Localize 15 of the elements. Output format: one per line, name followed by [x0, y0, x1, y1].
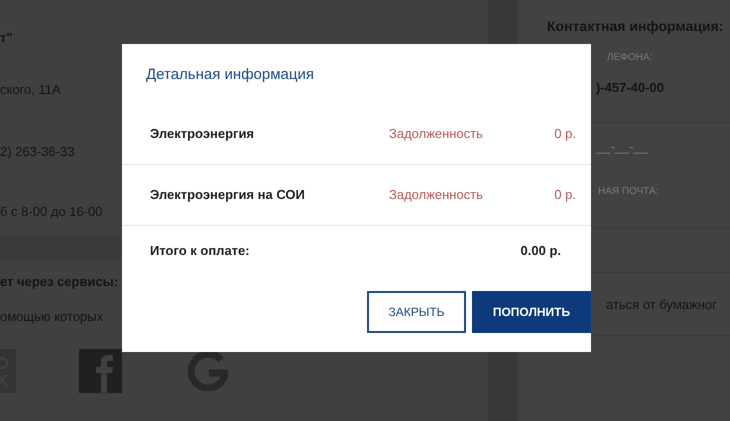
facebook-icon[interactable] — [79, 349, 122, 393]
service-name: Электроэнергия — [150, 125, 256, 144]
total-amount: 0.00 р. — [520, 242, 561, 260]
amount-text: 0 р. — [553, 125, 577, 144]
service-name: Электроэнергия на СОИ — [150, 186, 306, 204]
google-icon[interactable] — [188, 351, 228, 391]
debt-status: Задолженность — [389, 125, 484, 144]
debt-status: Задолженность — [389, 186, 484, 204]
phone-label: ЛЕФОНА: — [607, 52, 652, 63]
modal-title: Детальная информация — [146, 66, 314, 83]
close-button[interactable]: ЗАКРЫТЬ — [367, 291, 466, 333]
top-up-button[interactable]: ПОПОЛНИТЬ — [472, 291, 591, 333]
total-label: Итого к оплате: — [150, 242, 251, 260]
email-label: НАЯ ПОЧТА: — [598, 186, 659, 197]
amount-text: 0 р. — [553, 186, 577, 204]
